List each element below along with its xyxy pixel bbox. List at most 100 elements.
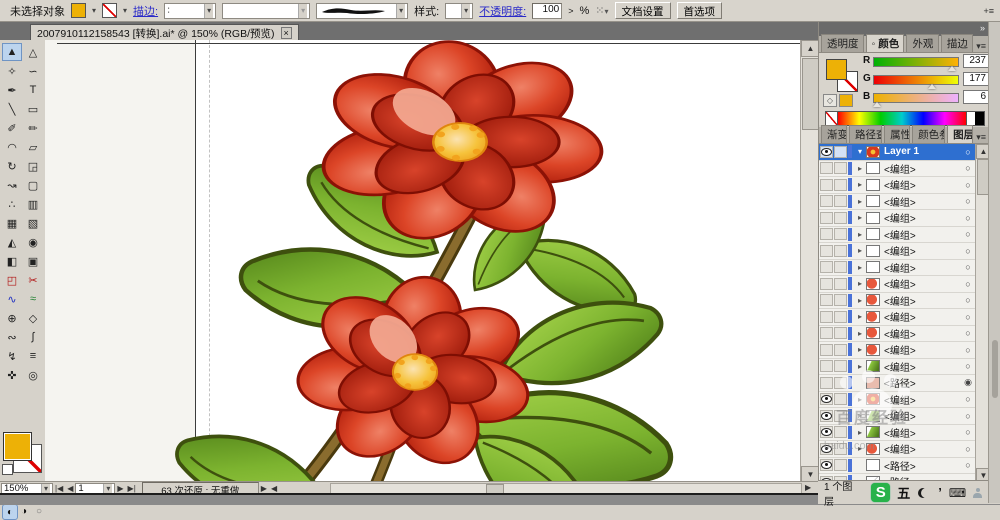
out-of-gamut-cube-icon[interactable]: ◇ — [823, 94, 837, 107]
layer-row[interactable]: ▸ <编组> ○ — [819, 259, 975, 276]
expand-triangle-icon[interactable]: ▸ — [854, 329, 866, 338]
layer-thumbnail[interactable] — [866, 343, 880, 356]
bottom-tab-4[interactable]: 图层 — [947, 125, 974, 143]
layer-thumbnail[interactable] — [866, 360, 880, 373]
layer-name[interactable]: <编组> — [884, 276, 961, 291]
top-tab-3[interactable]: 描边 — [940, 34, 974, 52]
stroke-dropdown-icon[interactable]: ▾ — [123, 6, 127, 15]
slice-tool[interactable]: ✂ — [23, 271, 43, 289]
close-tab-icon[interactable]: × — [280, 27, 292, 39]
graph-tool[interactable]: ▥ — [23, 195, 43, 213]
artboard-canvas[interactable] — [45, 40, 800, 481]
target-circle-icon[interactable]: ○ — [961, 427, 975, 437]
opacity-input[interactable]: 100 — [532, 2, 563, 19]
target-circle-icon[interactable]: ○ — [961, 460, 975, 470]
screen-mode-fullscreen-button[interactable]: ○ — [32, 504, 46, 518]
wave-tool[interactable]: ∫ — [23, 328, 43, 346]
lock-toggle[interactable] — [834, 261, 847, 274]
layer-row[interactable]: ▸ <编组> ○ — [819, 292, 975, 309]
status-menu-icon[interactable]: ▶ — [259, 484, 269, 493]
target-circle-icon[interactable]: ○ — [961, 411, 975, 421]
opacity-spinner[interactable]: > — [568, 6, 573, 16]
distort-tool[interactable]: ∾ — [2, 328, 22, 346]
visibility-eye-toggle[interactable] — [820, 178, 833, 191]
slider-track-B[interactable] — [872, 93, 959, 107]
direct-selection-tool[interactable]: △ — [23, 43, 43, 61]
layer-thumbnail[interactable] — [866, 261, 880, 274]
visibility-eye-toggle[interactable] — [820, 211, 833, 224]
lock-toggle[interactable] — [834, 228, 847, 241]
lock-toggle[interactable] — [834, 393, 847, 406]
lock-toggle[interactable] — [834, 360, 847, 373]
ime-fullwidth-moon-icon[interactable] — [921, 488, 931, 498]
layer-name[interactable]: <编组> — [884, 392, 961, 407]
layer-name[interactable]: <编组> — [884, 309, 961, 324]
slider-track-G[interactable] — [873, 75, 959, 89]
gradient-tool[interactable]: ▧ — [23, 214, 43, 232]
slider-thumb-B[interactable] — [872, 102, 881, 107]
screen-mode-fullscreen-menu-button[interactable]: ◑ — [17, 504, 31, 518]
ime-logo-icon[interactable]: S — [871, 483, 891, 502]
fill-dropdown-icon[interactable]: ▾ — [92, 6, 96, 15]
visibility-eye-toggle[interactable] — [820, 162, 833, 175]
layer-row[interactable]: ▸ <编组> ○ — [819, 210, 975, 227]
layer-name[interactable]: <编组> — [884, 359, 961, 374]
lock-toggle[interactable] — [834, 327, 847, 340]
measure-tool[interactable]: ≡ — [23, 347, 43, 365]
target-circle-icon[interactable]: ◉ — [961, 377, 975, 388]
crop-area-tool[interactable]: ◰ — [2, 271, 22, 289]
visibility-eye-toggle[interactable] — [820, 327, 833, 340]
next-artboard-icon[interactable]: ▶ — [115, 484, 125, 493]
layer-thumbnail[interactable] — [866, 426, 880, 439]
layer-thumbnail[interactable] — [866, 162, 880, 175]
stroke-color-swatch[interactable] — [102, 3, 118, 18]
lock-toggle[interactable] — [834, 162, 847, 175]
eraser-tool[interactable]: ▱ — [23, 138, 43, 156]
envelope-tool[interactable]: ◇ — [23, 309, 43, 327]
paintbrush-tool[interactable]: ✐ — [2, 119, 22, 137]
expand-triangle-icon[interactable]: ▸ — [854, 279, 866, 288]
vertical-scroll-thumb[interactable] — [802, 58, 819, 130]
hscroll-left-icon[interactable]: ◀ — [269, 484, 279, 493]
expand-triangle-icon[interactable]: ▸ — [854, 444, 866, 453]
layer-name[interactable]: <编组> — [884, 227, 961, 242]
target-circle-icon[interactable]: ○ — [961, 213, 975, 223]
lock-toggle[interactable] — [834, 310, 847, 323]
target-circle-icon[interactable]: ○ — [961, 180, 975, 190]
lock-toggle[interactable] — [834, 376, 847, 389]
preferences-button[interactable]: 首选项 — [676, 2, 722, 19]
spectrum-black-swatch[interactable] — [975, 112, 984, 125]
lock-toggle[interactable] — [834, 178, 847, 191]
bottom-tab-3[interactable]: 颜色参 — [912, 125, 946, 143]
layer-name[interactable]: <编组> — [884, 326, 961, 341]
expand-triangle-icon[interactable]: ▸ — [854, 428, 866, 437]
variable-width-combo[interactable]: ▾ — [222, 2, 311, 19]
layer-thumbnail[interactable] — [866, 459, 880, 472]
default-fill-stroke-icon[interactable] — [2, 464, 13, 475]
first-artboard-icon[interactable]: |◀ — [53, 484, 65, 493]
lock-toggle[interactable] — [834, 426, 847, 439]
visibility-eye-toggle[interactable] — [820, 360, 833, 373]
expand-triangle-icon[interactable]: ▸ — [854, 164, 866, 173]
spectrum-none-swatch[interactable] — [826, 112, 838, 125]
artboard-number-combo[interactable]: 1 ▾ — [75, 482, 116, 494]
layer-row[interactable]: ▸ <编组> ○ — [819, 358, 975, 375]
layer-row[interactable]: ▸ <编组> ○ — [819, 342, 975, 359]
warp-tool[interactable]: ↝ — [2, 176, 22, 194]
layer-row[interactable]: ▸ <编组> ○ — [819, 325, 975, 342]
layer-name[interactable]: <编组> — [884, 194, 961, 209]
layer-row[interactable]: ▸ <编组> ○ — [819, 243, 975, 260]
visibility-eye-toggle[interactable] — [820, 409, 833, 422]
layer-row[interactable]: ▸ <编组> ○ — [819, 408, 975, 425]
hand-tool[interactable]: ✜ — [2, 366, 22, 384]
gamut-color-swatch[interactable] — [839, 94, 853, 107]
visibility-eye-toggle[interactable] — [820, 244, 833, 257]
layer-name[interactable]: <编组> — [884, 260, 961, 275]
live-paint-selection-tool[interactable]: ▣ — [23, 252, 43, 270]
zoom-level-combo[interactable]: 150% ▾ — [1, 482, 53, 494]
top-tab-1[interactable]: ◦ 颜色 — [865, 34, 905, 52]
expand-triangle-icon[interactable]: ▸ — [854, 263, 866, 272]
brush-definition-combo[interactable]: ▾ — [316, 2, 409, 19]
slider-thumb-G[interactable] — [927, 84, 936, 89]
style-combo[interactable]: ▾ — [445, 2, 474, 19]
